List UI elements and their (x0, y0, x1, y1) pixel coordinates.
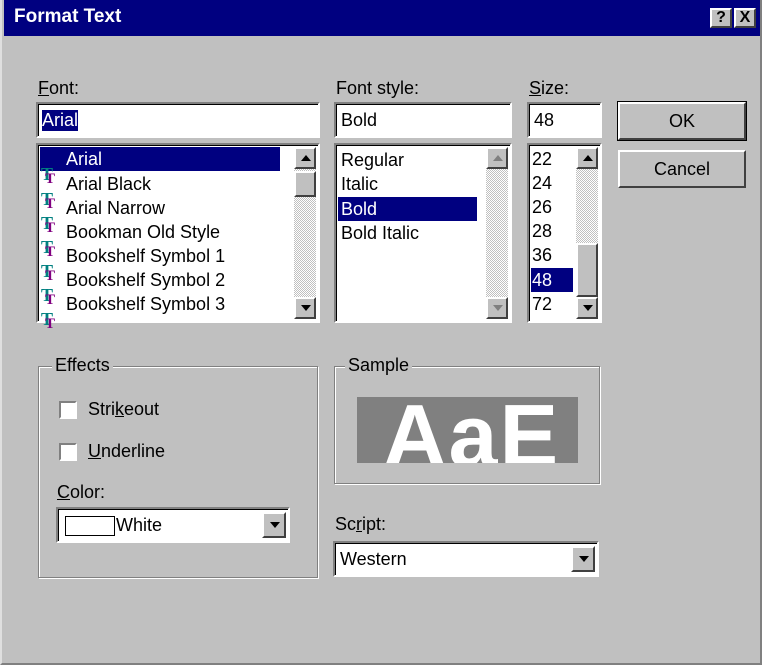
format-text-dialog: Format Text ? X Font: Arial T T Arial T T Ar… (0, 0, 762, 665)
close-button[interactable]: X (734, 8, 756, 28)
arrow-down-icon (579, 556, 589, 562)
scroll-thumb[interactable] (294, 171, 316, 197)
script-value: Western (340, 549, 407, 569)
font-list-scrollbar[interactable] (294, 147, 316, 319)
sample-label: Sample (345, 355, 413, 376)
help-button[interactable]: ? (710, 8, 732, 28)
arrow-down-icon (301, 305, 311, 311)
scroll-up-button[interactable] (294, 147, 316, 169)
title-bar: Format Text ? X (4, 0, 760, 36)
font-input-value: Arial (42, 110, 79, 131)
size-list-scrollbar[interactable] (576, 147, 598, 319)
font-list-item[interactable]: T T Arial Black (40, 172, 151, 212)
effects-label: Effects (52, 355, 113, 376)
arrow-down-icon (493, 305, 503, 311)
color-dropdown-button[interactable] (262, 512, 286, 538)
arrow-down-icon (583, 305, 593, 311)
size-list-item[interactable]: 24 (532, 171, 552, 195)
underline-checkbox[interactable] (59, 443, 77, 461)
font-input[interactable]: Arial (36, 102, 320, 138)
font-list-item[interactable]: T T Bookman Old Style (40, 220, 220, 260)
size-list[interactable]: 22 24 26 28 36 48 72 (527, 143, 602, 323)
sample-text: AaE (383, 397, 561, 463)
help-icon: ? (716, 9, 726, 26)
font-list-item[interactable]: T T Bookshelf Symbol 3 (40, 292, 225, 332)
script-label: Script: (335, 514, 387, 534)
arrow-down-icon (270, 522, 280, 528)
font-style-list-scrollbar[interactable] (486, 147, 508, 319)
font-list-item[interactable]: T T Bookshelf Symbol 2 (40, 268, 225, 308)
close-icon: X (739, 9, 751, 26)
scroll-down-button[interactable] (486, 297, 508, 319)
size-list-item[interactable]: 36 (532, 243, 552, 267)
color-value: White (116, 515, 163, 535)
font-style-list-item[interactable]: Bold (338, 197, 477, 221)
arrow-up-icon (493, 155, 503, 161)
font-style-input[interactable]: Bold (334, 102, 512, 138)
ok-button[interactable]: OK (617, 101, 747, 141)
font-style-list-item[interactable]: Bold Italic (341, 221, 419, 245)
dialog-title: Format Text (14, 6, 122, 27)
color-dropdown[interactable]: White (56, 507, 290, 543)
cancel-button[interactable]: Cancel (618, 150, 746, 188)
size-input-value: 48 (534, 110, 555, 130)
arrow-up-icon (301, 155, 311, 161)
font-list-item[interactable]: T T Arial Narrow (40, 196, 165, 236)
size-label: Size: (529, 78, 570, 98)
font-style-label: Font style: (336, 78, 420, 98)
font-style-list-item[interactable]: Italic (341, 172, 378, 196)
size-list-item[interactable]: 26 (532, 195, 552, 219)
size-list-item[interactable]: 28 (532, 219, 552, 243)
scroll-thumb[interactable] (576, 243, 598, 297)
color-swatch (65, 516, 115, 536)
font-style-list[interactable]: Regular Italic Bold Bold Italic (334, 143, 512, 323)
strikeout-checkbox[interactable] (59, 401, 77, 419)
arrow-up-icon (583, 155, 593, 161)
font-list[interactable]: T T Arial T T Arial Black T T Arial Narrow TTB… (36, 143, 320, 332)
font-label: Font: (38, 78, 80, 98)
font-style-list-item[interactable]: Regular (341, 148, 404, 172)
scroll-up-button[interactable] (576, 147, 598, 169)
font-style-input-value: Bold (341, 110, 378, 130)
script-dropdown-button[interactable] (571, 546, 595, 572)
size-input[interactable]: 48 (527, 102, 602, 138)
effects-group (38, 366, 318, 578)
scroll-up-button[interactable] (486, 147, 508, 169)
underline-label[interactable]: Underline (88, 441, 165, 462)
scroll-down-button[interactable] (294, 297, 316, 319)
font-list-item[interactable]: T T Bookshelf Symbol 1 (40, 244, 225, 284)
font-list-item[interactable]: T T Arial (40, 147, 280, 187)
size-list-item[interactable]: 48 (531, 268, 573, 292)
strikeout-label[interactable]: Strikeout (88, 399, 159, 420)
script-dropdown[interactable]: Western (333, 541, 599, 577)
color-label: Color: (57, 482, 106, 502)
size-list-item[interactable]: 22 (532, 147, 552, 171)
sample-preview: AaE (357, 397, 578, 463)
scroll-down-button[interactable] (576, 297, 598, 319)
size-list-item[interactable]: 72 (532, 292, 552, 316)
